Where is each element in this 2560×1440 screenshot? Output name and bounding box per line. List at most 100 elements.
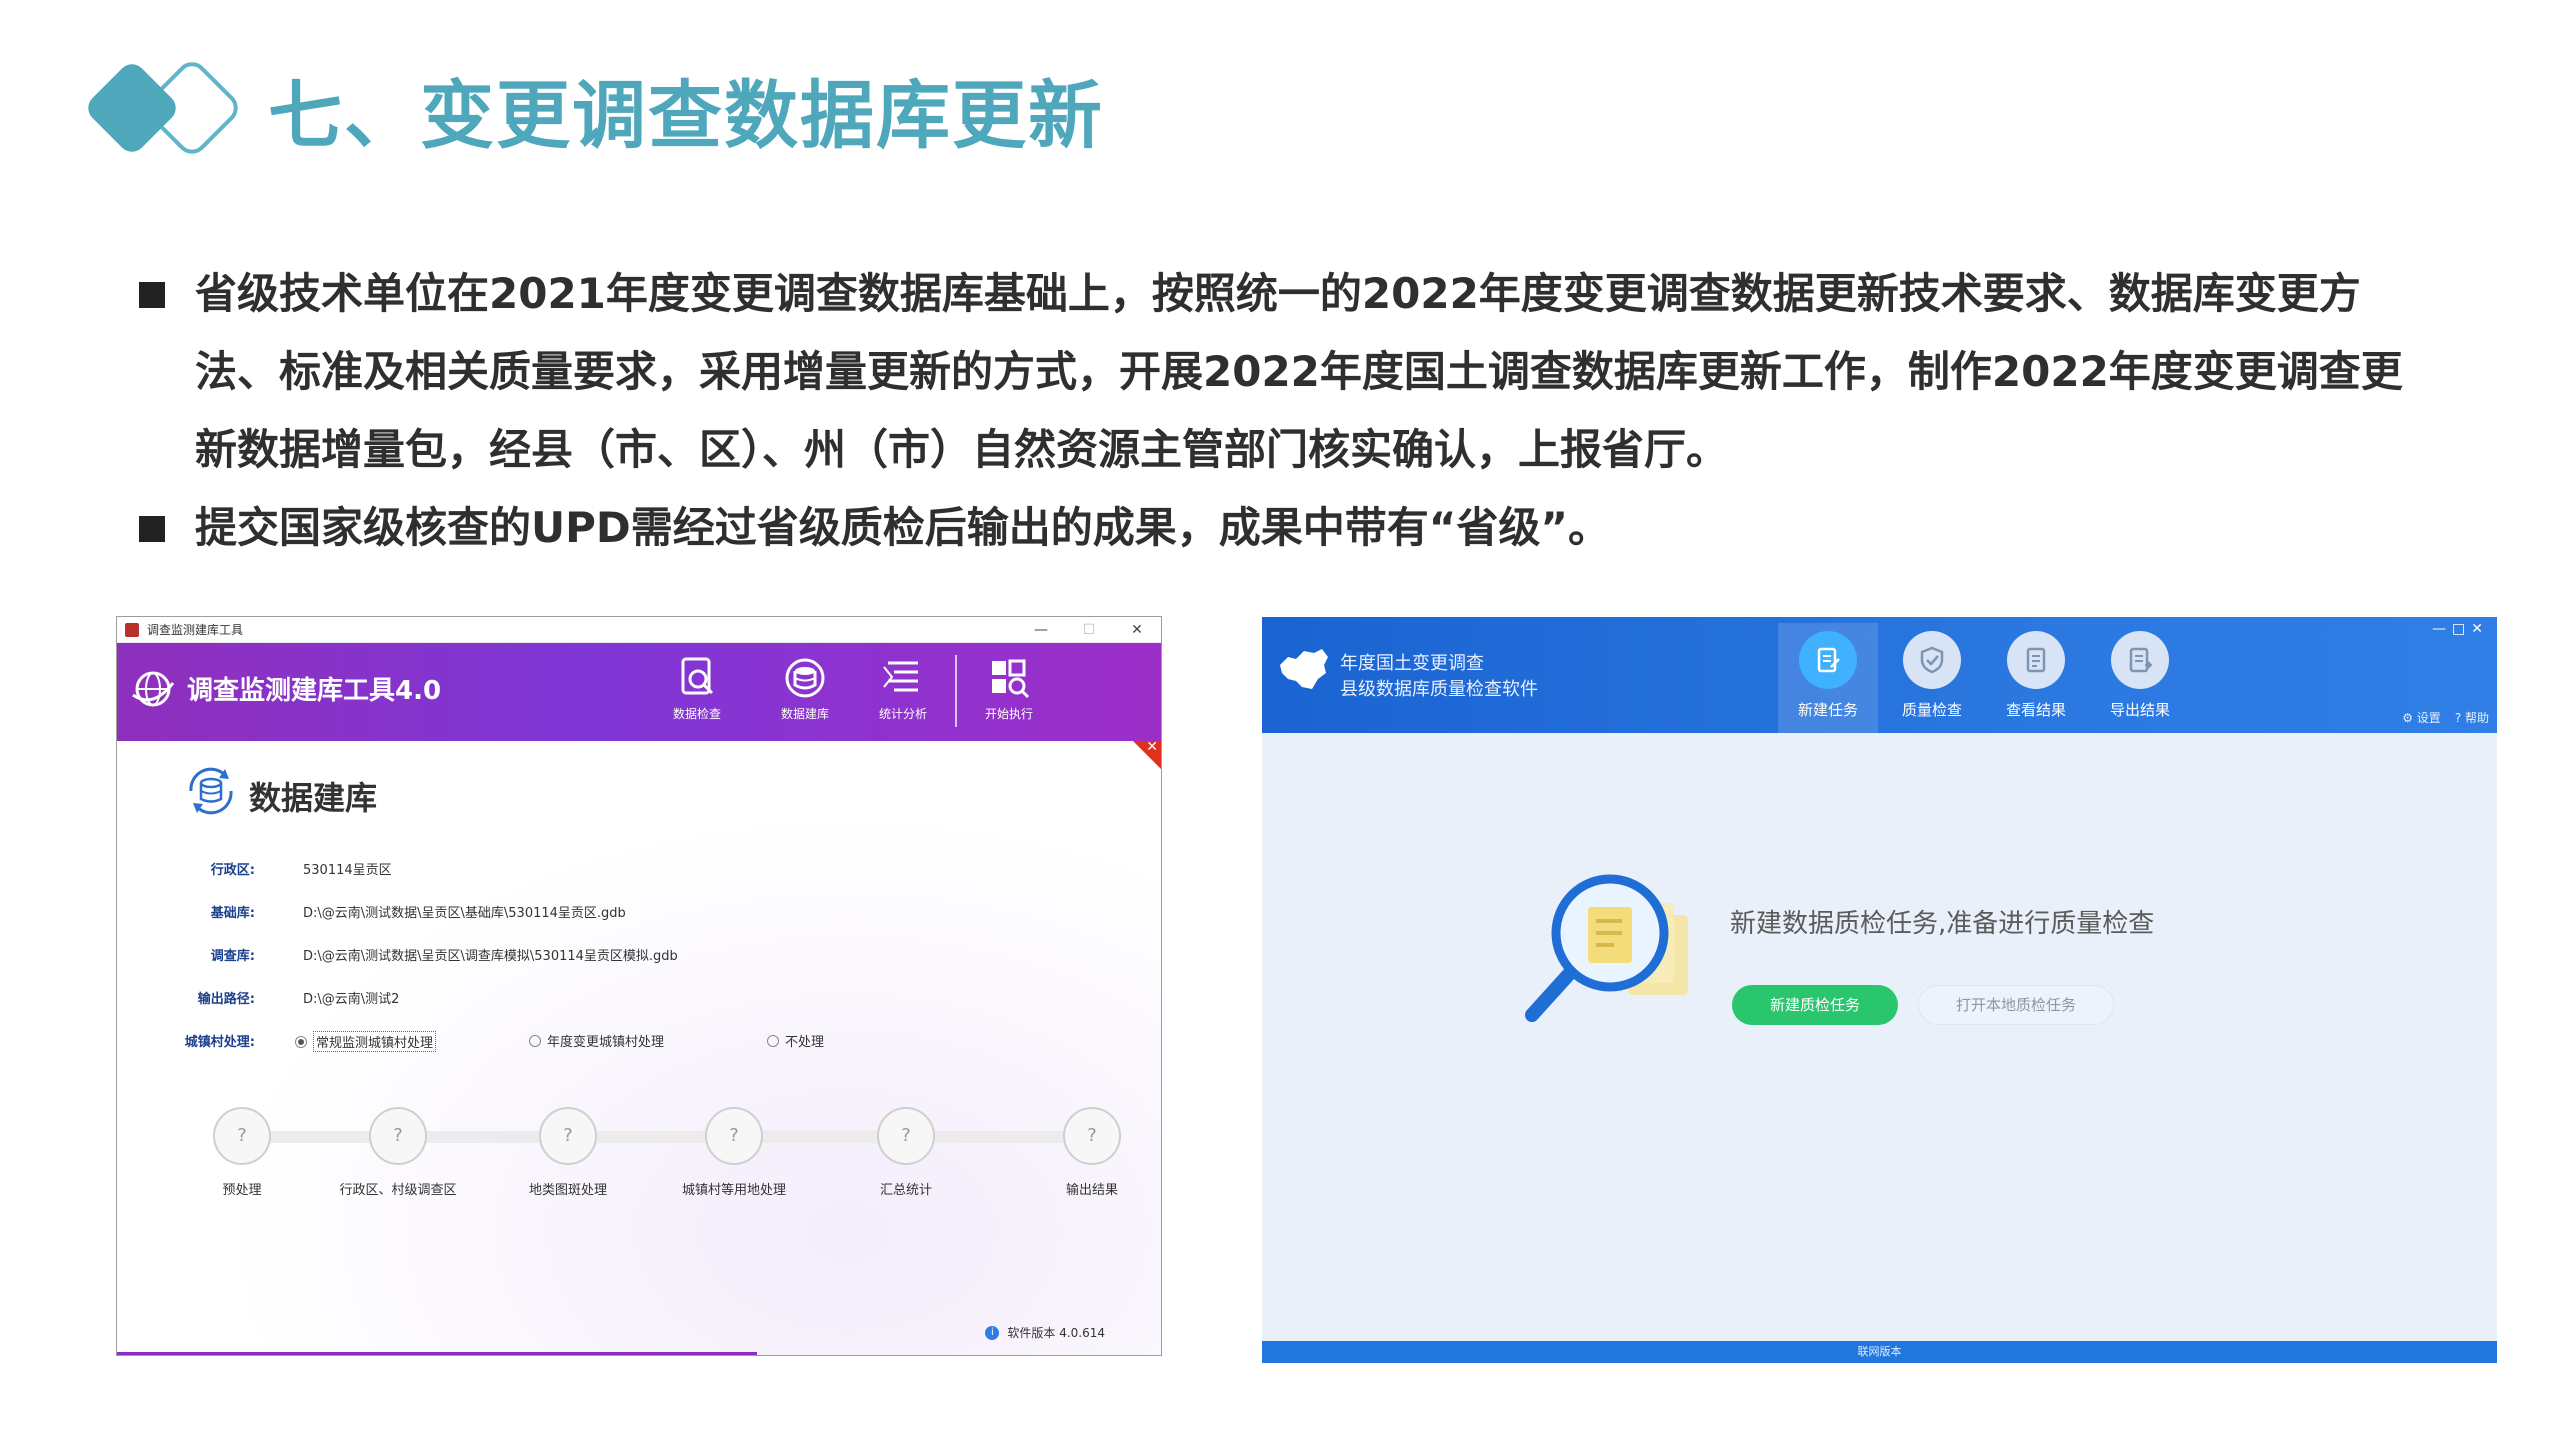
window-title: 调查监测建库工具 [147, 623, 244, 637]
radio-label: 不处理 [785, 1035, 825, 1050]
progress-strip [117, 1352, 757, 1355]
radio-label: 年度变更城镇村处理 [547, 1035, 665, 1050]
qc-status-bar: 联网版本 [1262, 1341, 2497, 1363]
version-info: i 软件版本 4.0.614 [985, 1324, 1105, 1341]
radio-annual-change[interactable]: 年度变更城镇村处理 [529, 1031, 664, 1050]
tab-label: 导出结果 [2109, 701, 2170, 719]
step-label: 城镇村等用地处理 [681, 1183, 786, 1198]
magnifier-document-icon [1525, 874, 1688, 1022]
new-task-icon [1799, 631, 1857, 689]
minimize-button[interactable]: — [1017, 622, 1065, 638]
bullet-item: 提交国家级核查的UPD需经过省级质检后输出的成果，成果中带有“省级”。 [135, 489, 2415, 567]
step-label: 输出结果 [1065, 1183, 1118, 1198]
step-label: 汇总统计 [879, 1183, 932, 1198]
bullet-list: 省级技术单位在2021年度变更调查数据库基础上，按照统一的2022年度变更调查数… [135, 255, 2415, 567]
radio-dot-icon [529, 1034, 541, 1047]
region-value[interactable]: 530114呈贡区 [303, 859, 392, 878]
tab-label: 新建任务 [1797, 701, 1858, 719]
section-title: 数据建库 [249, 779, 378, 817]
shield-check-icon [1903, 631, 1961, 689]
survey-path-value[interactable]: D:\@云南\测试数据\呈贡区\调查库模拟\530114呈贡区模拟.gdb [303, 945, 678, 964]
toolbar-separator [955, 655, 957, 727]
radio-dot-icon [767, 1034, 779, 1047]
china-map-logo-icon [1280, 649, 1328, 689]
help-link[interactable]: ? 帮助 [2455, 709, 2489, 726]
doc-search-icon [681, 657, 714, 695]
toolbar-run[interactable]: 开始执行 [969, 655, 1049, 722]
bullet-square-icon [139, 282, 165, 308]
build-tool-window: 调查监测建库工具 — ☐ ✕ 调查监测建库工具4.0 数据检查 数据建库 统计分… [116, 616, 1162, 1356]
step-status-icon: ? [213, 1107, 271, 1165]
qc-title-line2: 县级数据库质量检查软件 [1340, 679, 1538, 700]
app-header: 调查监测建库工具4.0 数据检查 数据建库 统计分析 开始执行 [117, 643, 1161, 741]
step-status-icon: ? [369, 1107, 427, 1165]
output-path-value[interactable]: D:\@云南\测试2 [303, 988, 399, 1007]
globe-logo-icon [132, 671, 175, 707]
base-path-value[interactable]: D:\@云南\测试数据\呈贡区\基础库\530114呈贡区.gdb [303, 902, 626, 921]
new-qc-task-button[interactable]: 新建质检任务 [1732, 985, 1898, 1025]
form-row-base: 基础库: D:\@云南\测试数据\呈贡区\基础库\530114呈贡区.gdb [157, 902, 1137, 945]
tab-label: 质量检查 [1901, 701, 1962, 719]
slide: { "title": "七、变更调查数据库更新", "bullets": [ "… [0, 0, 2560, 1440]
radio-regular-monitor[interactable]: 常规监测城镇村处理 [295, 1031, 437, 1052]
tab-new-task[interactable]: 新建任务 [1778, 623, 1878, 733]
base-label: 基础库: [210, 906, 255, 921]
app-icon [125, 622, 139, 637]
qc-utility-links: ⚙ 设置 ? 帮助 [2402, 709, 2489, 726]
tab-label: 查看结果 [2005, 701, 2066, 719]
build-panel: ✕ 数据建库 行政区: 530114呈贡区 基础库: D:\@云南\测试数据\呈… [117, 739, 1161, 1355]
window-titlebar: 调查监测建库工具 — ☐ ✕ [117, 617, 1161, 643]
bullet-item: 省级技术单位在2021年度变更调查数据库基础上，按照统一的2022年度变更调查数… [135, 255, 2415, 489]
step-item: ? 行政区、村级调查区 [323, 1107, 473, 1198]
toolbar-statistics[interactable]: 统计分析 [863, 655, 943, 722]
step-status-icon: ? [1063, 1107, 1121, 1165]
run-icon [992, 659, 1030, 699]
toolbar-label: 数据建库 [780, 707, 829, 721]
radio-dot-icon [295, 1035, 307, 1048]
step-status-icon: ? [705, 1107, 763, 1165]
qc-title-line1: 年度国土变更调查 [1340, 653, 1484, 674]
step-item: ? 预处理 [167, 1107, 317, 1198]
region-label: 行政区: [210, 863, 255, 878]
form-row-output: 输出路径: D:\@云南\测试2 [157, 988, 1137, 1031]
qc-window-controls[interactable]: —□✕ [2432, 621, 2489, 637]
bullet-text: 省级技术单位在2021年度变更调查数据库基础上，按照统一的2022年度变更调查数… [195, 269, 2403, 474]
export-result-icon [2111, 631, 2169, 689]
tab-view-result[interactable]: 查看结果 [1986, 623, 2086, 733]
version-text: 软件版本 4.0.614 [1007, 1326, 1105, 1340]
form-row-region: 行政区: 530114呈贡区 [157, 859, 1137, 902]
maximize-button[interactable]: ☐ [1065, 622, 1113, 638]
slide-title: 七、变更调查数据库更新 [268, 73, 1104, 159]
radio-no-process[interactable]: 不处理 [767, 1031, 824, 1050]
toolbar-data-build[interactable]: 数据建库 [765, 655, 845, 722]
toolbar-label: 统计分析 [878, 707, 927, 721]
app-title: 调查监测建库工具4.0 [187, 676, 442, 706]
quality-check-window: 年度国土变更调查 县级数据库质量检查软件 新建任务 质量检查 查看结果 导出结果 [1262, 617, 2497, 1363]
list-chart-icon [883, 661, 918, 692]
qc-empty-message: 新建数据质检任务,准备进行质量检查 [1730, 909, 2155, 939]
step-item: ? 汇总统计 [831, 1107, 981, 1198]
tab-export-result[interactable]: 导出结果 [2090, 623, 2190, 733]
toolbar-data-check[interactable]: 数据检查 [657, 655, 737, 722]
output-label: 输出路径: [197, 992, 255, 1007]
open-local-task-button[interactable]: 打开本地质检任务 [1918, 985, 2114, 1025]
bullet-text: 提交国家级核查的UPD需经过省级质检后输出的成果，成果中带有“省级”。 [195, 503, 1610, 552]
qc-header: 年度国土变更调查 县级数据库质量检查软件 新建任务 质量检查 查看结果 导出结果 [1262, 617, 2497, 733]
step-status-icon: ? [877, 1107, 935, 1165]
form-row-process: 城镇村处理: 常规监测城镇村处理 年度变更城镇村处理 不处理 [157, 1031, 1137, 1074]
settings-link[interactable]: ⚙ 设置 [2402, 709, 2441, 726]
step-item: ? 地类图斑处理 [493, 1107, 643, 1198]
step-label: 行政区、村级调查区 [339, 1183, 457, 1198]
toolbar-label: 数据检查 [672, 707, 721, 721]
close-icon[interactable]: ✕ [1146, 739, 1158, 755]
title-diamond-icon [88, 62, 238, 154]
toolbar-label: 开始执行 [984, 707, 1033, 721]
step-status-icon: ? [539, 1107, 597, 1165]
form-row-survey: 调查库: D:\@云南\测试数据\呈贡区\调查库模拟\530114呈贡区模拟.g… [157, 945, 1137, 988]
view-result-icon [2007, 631, 2065, 689]
survey-label: 调查库: [210, 949, 255, 964]
tab-quality-check[interactable]: 质量检查 [1882, 623, 1982, 733]
close-button[interactable]: ✕ [1113, 622, 1161, 638]
database-icon [785, 658, 825, 698]
step-label: 地类图斑处理 [528, 1183, 607, 1198]
